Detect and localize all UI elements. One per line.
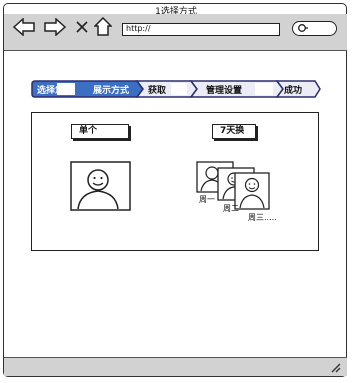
url-input[interactable]: http:// [122,23,280,36]
avatar-icon-wednesday[interactable] [234,172,270,210]
day-label-monday: 周一 [199,195,215,204]
day-label-wednesday: 周三..... [248,213,277,222]
search-icon [298,24,308,32]
close-icon[interactable] [75,20,89,34]
step-2-shape [135,80,198,98]
day-label-tuesday: 周二 [223,204,239,213]
step-4-label[interactable]: 成功 [284,83,302,96]
resize-grip-icon[interactable] [329,361,341,373]
step-progress [31,80,321,98]
status-bar [4,357,347,376]
forward-arrow-icon[interactable] [44,18,66,36]
step-1-label-b[interactable]: 展示方式 [93,83,129,96]
home-icon[interactable] [94,17,112,36]
step-2-label[interactable]: 获取 [148,83,166,96]
step-3-label[interactable]: 管理设置 [206,83,242,96]
avatar-icon[interactable] [70,161,131,211]
back-arrow-icon[interactable] [13,18,35,36]
seven-day-option-label[interactable]: 7天换 [212,124,256,139]
step-1-label-a[interactable]: 选择您 [37,83,64,96]
step-2-redaction [171,83,187,95]
single-option-label[interactable]: 单个 [71,124,129,139]
search-box[interactable] [292,21,337,36]
step-3-redaction [255,83,273,95]
